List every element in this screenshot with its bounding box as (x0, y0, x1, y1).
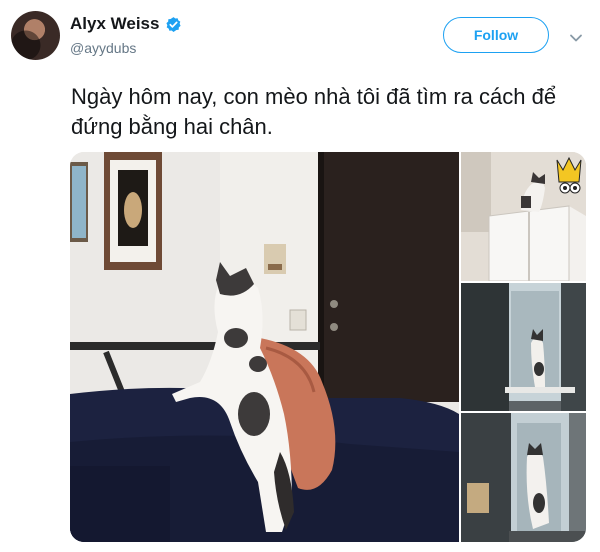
user-handle[interactable]: @ayydubs (70, 40, 136, 56)
photo-main[interactable] (70, 152, 459, 542)
verified-badge-icon (165, 16, 182, 33)
display-name[interactable]: Alyx Weiss (70, 14, 159, 34)
follow-button[interactable]: Follow (443, 17, 549, 53)
photo-thumbnail-3[interactable] (461, 413, 586, 542)
photo-thumbnail-2[interactable] (461, 283, 586, 411)
tweet-card: Alyx Weiss @ayydubs Follow Ngày hôm nay,… (0, 0, 600, 552)
media-grid (70, 152, 586, 542)
photo-thumbnail-1[interactable] (461, 152, 586, 281)
chevron-down-icon[interactable] (569, 30, 583, 42)
tweet-text: Ngày hôm nay, con mèo nhà tôi đã tìm ra … (71, 84, 557, 139)
avatar[interactable] (11, 11, 60, 60)
author-name-row: Alyx Weiss (70, 14, 182, 34)
